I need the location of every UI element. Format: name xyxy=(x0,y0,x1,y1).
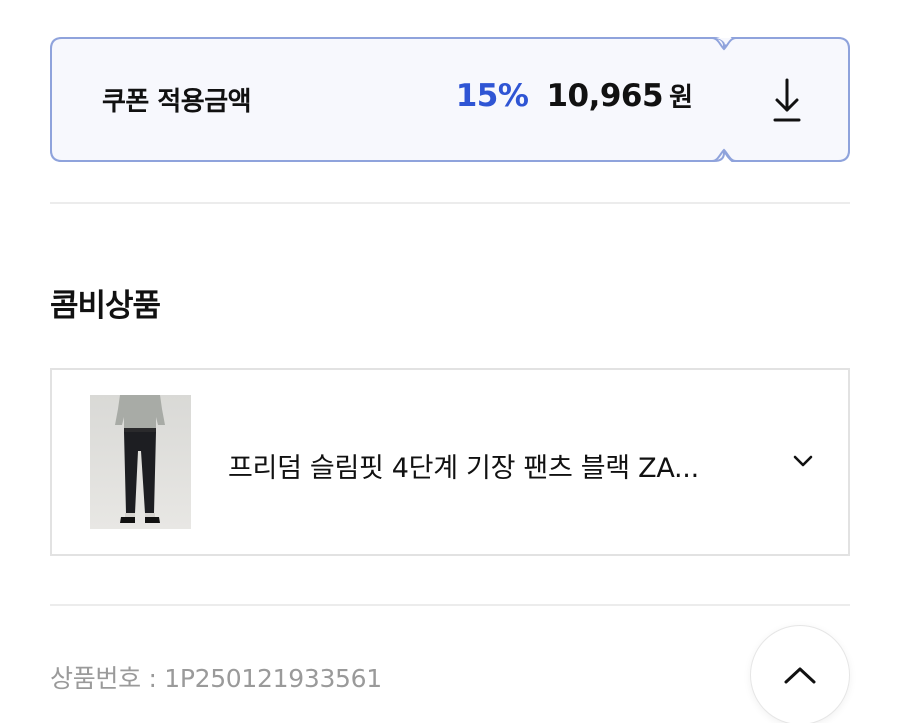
download-arrow-icon xyxy=(773,78,801,122)
pants-model-thumbnail xyxy=(90,395,191,529)
combo-section-title: 콤비상품 xyxy=(50,288,161,324)
coupon-ticket: 쿠폰 적용금액 15% 10,965 원 xyxy=(50,37,850,162)
combo-product-name: 프리덤 슬림핏 4단계 기장 팬츠 블랙 ZA... xyxy=(228,453,699,484)
discounted-price: 10,965 xyxy=(546,78,664,114)
chevron-down-icon xyxy=(793,455,813,467)
coupon-download-button[interactable] xyxy=(762,75,812,125)
combo-product-select[interactable]: 프리덤 슬림핏 4단계 기장 팬츠 블랙 ZA... xyxy=(50,368,850,556)
coupon-amount: 15% 10,965 원 xyxy=(456,77,693,114)
section-divider xyxy=(50,202,850,204)
discount-percent: 15% xyxy=(455,78,529,114)
product-number: 상품번호 : 1P250121933561 xyxy=(50,664,382,693)
product-detail-page: 쿠폰 적용금액 15% 10,965 원 콤비상품 프리덤 슬림핏 4단계 기장… xyxy=(0,0,900,723)
section-divider-bottom xyxy=(50,604,850,606)
scroll-to-top-button[interactable] xyxy=(750,625,850,723)
currency-unit: 원 xyxy=(669,83,693,113)
coupon-applied-price-label: 쿠폰 적용금액 xyxy=(102,87,252,117)
chevron-up-icon xyxy=(784,667,816,684)
